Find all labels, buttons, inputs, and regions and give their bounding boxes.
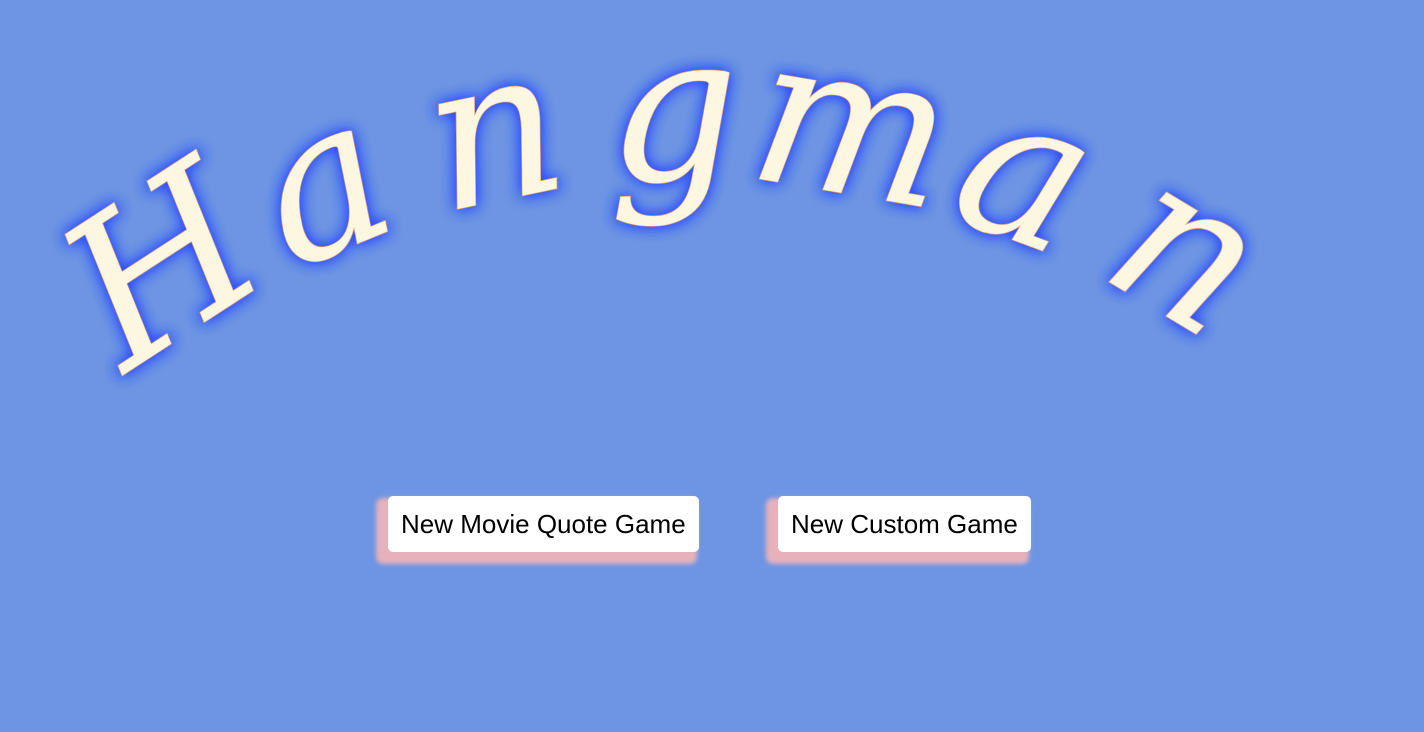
title-letter: g: [605, 0, 740, 230]
movie-quote-button-wrapper: New Movie Quote Game: [376, 496, 699, 564]
title-letter: m: [737, 0, 969, 257]
hangman-title: Han gman: [18, 0, 1308, 418]
title-letter: n: [1072, 112, 1308, 384]
title-letter: n: [405, 0, 582, 260]
new-movie-quote-game-button[interactable]: New Movie Quote Game: [388, 496, 699, 552]
custom-game-button-wrapper: New Custom Game: [766, 496, 1031, 564]
new-custom-game-button[interactable]: New Custom Game: [778, 496, 1031, 552]
